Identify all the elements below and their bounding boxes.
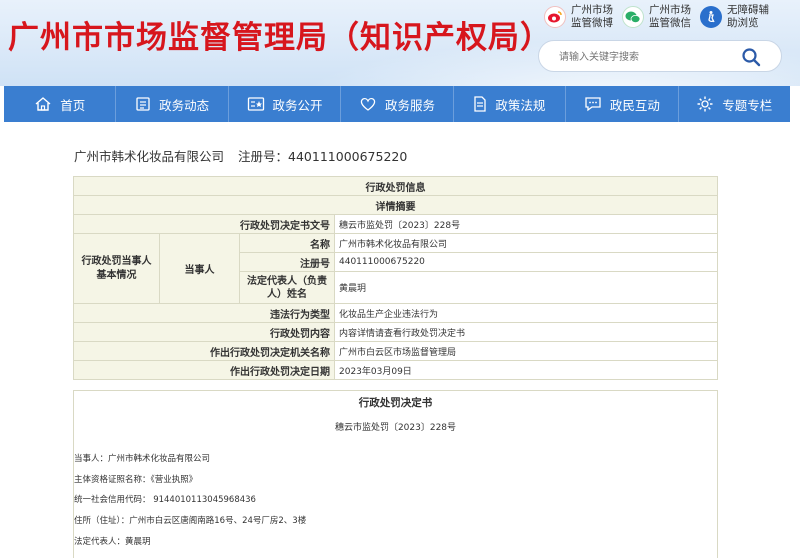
- nav-item-service[interactable]: 政务服务: [341, 86, 454, 122]
- document-title: 行政处罚决定书: [358, 397, 433, 409]
- table-row: 行政处罚决定书文号 穗云市监处罚〔2023〕228号: [73, 214, 718, 234]
- open-icon: [247, 97, 264, 111]
- nav-label: 政务动态: [159, 97, 210, 113]
- topic-icon: [697, 96, 713, 112]
- nav-item-policy[interactable]: 政策法规: [454, 86, 567, 122]
- type-label: 违法行为类型: [73, 303, 335, 323]
- authority-value: 广州市白云区市场监督管理局: [334, 341, 718, 361]
- nav-label: 政务服务: [384, 97, 435, 113]
- table-row: 行政处罚内容 内容详情请查看行政处罚决定书: [73, 322, 718, 342]
- type-value: 化妆品生产企业违法行为: [334, 303, 718, 323]
- name-label: 名称: [239, 233, 335, 253]
- document-line: 主体资格证照名称：《营业执照》: [74, 475, 198, 485]
- name-value: 广州市韩术化妆品有限公司: [334, 233, 718, 253]
- reg-label: 注册号：: [238, 149, 289, 164]
- site-title: 广州市市场监督管理局（知识产权局）: [8, 20, 552, 56]
- date-value: 2023年03月09日: [334, 360, 718, 380]
- search-input[interactable]: [559, 49, 739, 65]
- rep-label: 法定代表人（负责人）姓名: [239, 271, 335, 304]
- nav-item-open[interactable]: 政务公开: [229, 86, 342, 122]
- nav-label: 专题专栏: [722, 97, 773, 113]
- party-label: 当事人: [159, 233, 240, 304]
- date-label: 作出行政处罚决定日期: [73, 360, 335, 380]
- wechat-link[interactable]: 广州市场监管微信: [622, 4, 693, 30]
- document-line: 统一社会信用代码： 91440101130459684​36: [74, 495, 256, 505]
- table-subtitle: 详情摘要: [73, 195, 718, 215]
- penalty-info-table: 行政处罚信息 详情摘要 行政处罚决定书文号 穗云市监处罚〔2023〕228号 行…: [73, 176, 718, 380]
- decision-no-label: 行政处罚决定书文号: [73, 214, 335, 234]
- table-row: 作出行政处罚决定机关名称 广州市白云区市场监督管理局: [73, 341, 718, 361]
- document-line: 住所（住址）：广州市白云区唐阁南路16号、24号厂房2、3楼: [74, 516, 307, 526]
- nav-item-interaction[interactable]: 政民互动: [566, 86, 679, 122]
- company-name: 广州市韩术化妆品有限公司: [74, 149, 225, 164]
- site-header: 广州市市场监督管理局（知识产权局） 广州市场监管微博 广州市场监管微信 无障碍辅…: [0, 0, 800, 86]
- weibo-label: 广州市场监管微博: [571, 4, 613, 29]
- document-line: 当事人：广州市韩术化妆品有限公司: [74, 454, 211, 464]
- reg-value: 440111000675220: [334, 252, 718, 272]
- table-row: 行政处罚当事人基本情况 当事人 名称 广州市韩术化妆品有限公司: [73, 233, 718, 304]
- nav-label: 首页: [60, 97, 86, 113]
- nav-item-topics[interactable]: 专题专栏: [679, 86, 790, 122]
- rep-value: 黄晨玥: [334, 271, 718, 304]
- table-row: 作出行政处罚决定日期 2023年03月09日: [73, 360, 718, 380]
- document-icon: [474, 96, 487, 112]
- top-links: 广州市场监管微博 广州市场监管微信 无障碍辅助浏览: [540, 4, 795, 34]
- accessibility-label: 无障碍辅助浏览: [727, 4, 769, 29]
- document-number: 穗云市监处罚〔2023〕228号: [334, 423, 457, 433]
- accessibility-icon: [700, 6, 722, 28]
- weibo-icon: [544, 6, 566, 28]
- weibo-link[interactable]: 广州市场监管微博: [544, 4, 615, 30]
- party-group-label: 行政处罚当事人基本情况: [73, 233, 160, 304]
- chat-icon: [585, 97, 601, 112]
- nav-label: 政务公开: [272, 97, 323, 113]
- nav-item-news[interactable]: 政务动态: [116, 86, 229, 122]
- table-row: 违法行为类型 化妆品生产企业违法行为: [73, 303, 718, 323]
- wechat-icon: [622, 6, 644, 28]
- company-heading: 广州市韩术化妆品有限公司 注册号：440111000675220: [74, 146, 407, 165]
- reg-number: 440111000675220: [288, 149, 408, 164]
- wechat-label: 广州市场监管微信: [649, 4, 691, 29]
- document-line: 法定代表人：黄晨玥: [74, 537, 151, 547]
- table-title: 行政处罚信息: [73, 176, 718, 196]
- nav-label: 政民互动: [609, 97, 660, 113]
- service-icon: [360, 97, 376, 111]
- accessibility-link[interactable]: 无障碍辅助浏览: [700, 4, 771, 30]
- content-value: 内容详情请查看行政处罚决定书: [334, 322, 718, 342]
- search-icon[interactable]: [741, 47, 761, 67]
- nav-item-home[interactable]: 首页: [4, 86, 117, 122]
- main-nav: 首页 政务动态 政务公开 政务服务 政策法规 政民互动 专题专栏: [4, 86, 790, 122]
- reg-label-cell: 注册号: [239, 252, 335, 272]
- search-box: [538, 40, 782, 72]
- home-icon: [35, 97, 51, 111]
- decision-document: 行政处罚决定书 穗云市监处罚〔2023〕228号 当事人：广州市韩术化妆品有限公…: [73, 390, 718, 558]
- authority-label: 作出行政处罚决定机关名称: [73, 341, 335, 361]
- nav-label: 政策法规: [495, 97, 546, 113]
- news-icon: [136, 97, 150, 111]
- content-label: 行政处罚内容: [73, 322, 335, 342]
- decision-no-value: 穗云市监处罚〔2023〕228号: [334, 214, 718, 234]
